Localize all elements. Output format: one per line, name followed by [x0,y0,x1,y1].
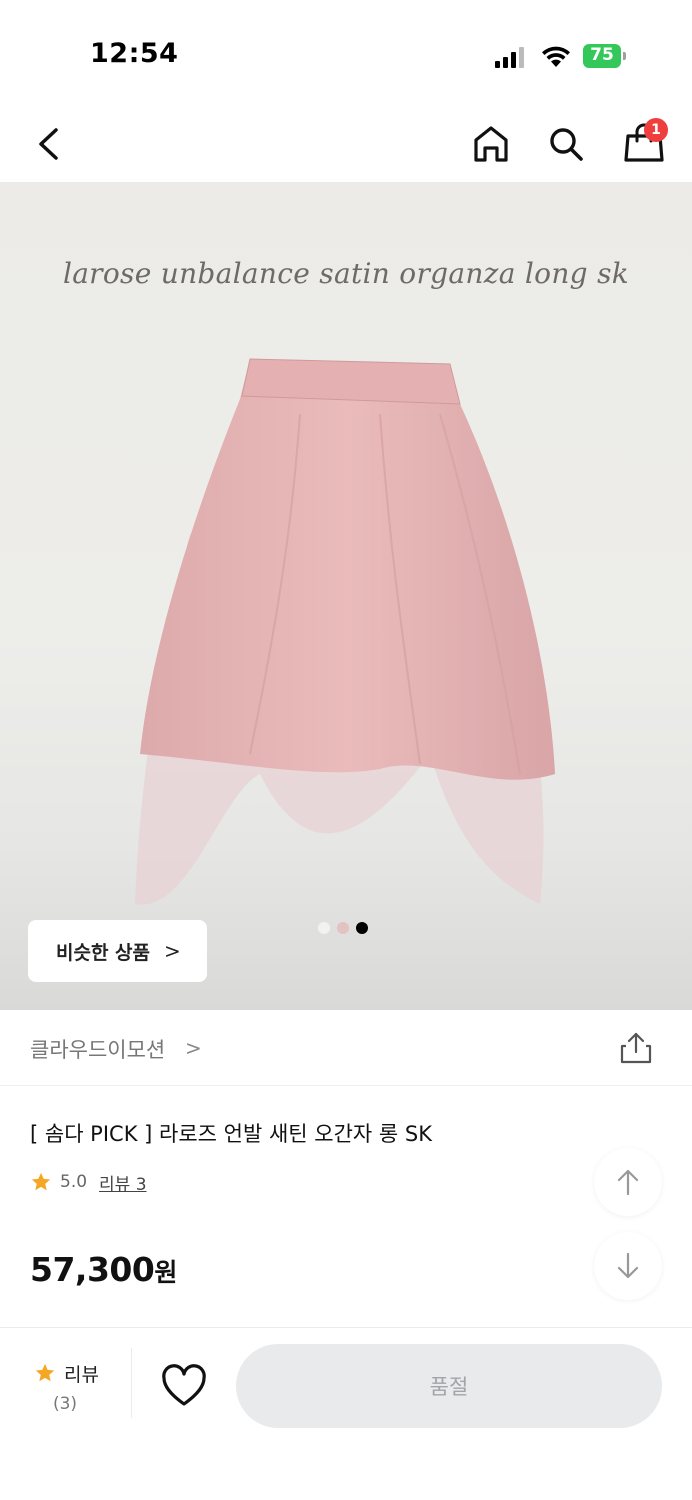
star-icon [31,1172,51,1191]
brand-row: 클라우드이모션 > [0,1010,692,1086]
image-caption: larose unbalance satin organza long sk [62,257,630,290]
scroll-up-button[interactable] [594,1148,662,1216]
arrow-up-icon [617,1169,639,1196]
product-image[interactable]: larose unbalance satin organza long sk 비… [0,182,692,1010]
sold-out-button[interactable]: 품절 [236,1344,662,1428]
cellular-signal-icon [495,47,524,68]
wifi-icon [542,46,570,67]
rating-row: 5.0 리뷰 3 [30,1168,147,1196]
product-price: 57,300원 [30,1250,177,1289]
home-icon[interactable] [470,122,512,166]
share-icon[interactable] [618,1030,654,1066]
brand-link[interactable]: 클라우드이모션 [30,1034,165,1064]
review-link[interactable]: 리뷰 3 [99,1170,147,1195]
heart-icon[interactable] [160,1364,208,1408]
carousel-dot-active [356,922,368,934]
top-nav: 1 [0,100,692,182]
bottom-action-bar: 리뷰 (3) 품절 [0,1327,692,1500]
carousel-indicator [318,920,378,936]
price-amount: 57,300 [30,1250,155,1289]
battery-level: 75 [590,45,614,65]
carousel-dot [318,922,330,934]
skirt-illustration [135,358,555,905]
arrow-down-icon [617,1252,639,1279]
cart-button[interactable]: 1 [620,118,670,168]
search-icon[interactable] [545,122,587,166]
back-button[interactable] [28,120,68,168]
price-currency: 원 [154,1258,177,1287]
review-button[interactable]: 리뷰 (3) [30,1358,105,1418]
star-icon [35,1363,55,1382]
divider [131,1348,132,1418]
battery-indicator: 75 [583,44,627,68]
chevron-right-icon: > [185,1036,202,1060]
product-title: [ 솜다 PICK ] 라로즈 언발 새틴 오간자 롱 SK [30,1122,433,1146]
cart-count-badge: 1 [644,118,668,142]
rating-value: 5.0 [60,1172,88,1192]
scroll-down-button[interactable] [594,1232,662,1300]
chevron-right-icon: > [164,939,181,963]
review-label: 리뷰 [64,1364,99,1386]
status-bar: 12:54 75 [0,0,692,100]
status-time: 12:54 [90,38,179,69]
carousel-dot [337,922,349,934]
similar-products-label: 비슷한 상품 [56,941,151,964]
review-count: (3) [52,1394,78,1414]
similar-products-button[interactable]: 비슷한 상품 > [28,920,207,982]
